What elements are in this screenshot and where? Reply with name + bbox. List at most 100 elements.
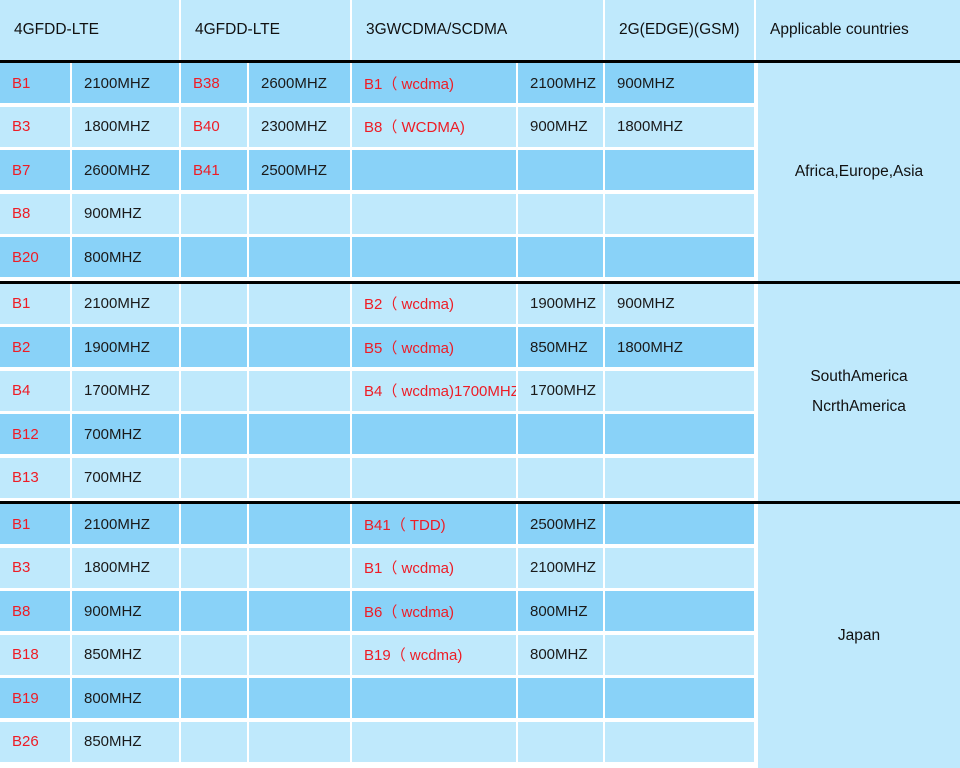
cell-lte_fdd_freq: 1700MHZ — [72, 370, 179, 411]
cell-wcdma_band — [352, 678, 516, 718]
cell-lte_tdd_band — [181, 504, 247, 544]
column-header-0: 4GFDD-LTE — [0, 0, 181, 60]
cell-wcdma_band: B19（ wcdma) — [352, 634, 516, 675]
region-block: B1 2100MHZ B2（ wcdma) 1900MHZ 900MHZ B2 1900MH… — [0, 283, 960, 504]
cell-lte_tdd_band — [181, 591, 247, 631]
cell-gsm_freq: 1800MHZ — [605, 106, 754, 147]
cell-lte_tdd_band — [181, 678, 247, 718]
cell-wcdma_band: B41（ TDD) — [352, 504, 516, 544]
table-row: B26 850MHZ — [0, 721, 756, 766]
cell-wcdma_freq: 800MHZ — [518, 634, 603, 675]
column-header-1: 4GFDD-LTE — [181, 0, 352, 60]
cell-wcdma_band — [352, 414, 516, 454]
cell-lte_tdd_freq: 2300MHZ — [249, 106, 350, 147]
cell-lte_fdd_band: B12 — [0, 414, 70, 454]
table-row: B2 1900MHZ B5（ wcdma) 850MHZ 1800MHZ — [0, 327, 756, 371]
cell-lte_tdd_freq — [249, 237, 350, 277]
cell-gsm_freq — [605, 370, 754, 411]
cell-wcdma_freq — [518, 193, 603, 234]
table-row: B19 800MHZ — [0, 678, 756, 722]
cell-wcdma_freq: 2100MHZ — [518, 547, 603, 588]
table-row: B13 700MHZ — [0, 457, 756, 502]
cell-applicable-countries: Japan — [758, 504, 960, 768]
cell-lte_fdd_freq: 2100MHZ — [72, 504, 179, 544]
cell-gsm_freq: 1800MHZ — [605, 327, 754, 367]
cell-gsm_freq — [605, 150, 754, 190]
cell-lte_tdd_freq — [249, 678, 350, 718]
cell-wcdma_freq — [518, 414, 603, 454]
cell-wcdma_freq: 900MHZ — [518, 106, 603, 147]
cell-wcdma_freq: 2500MHZ — [518, 504, 603, 544]
cell-lte_tdd_band — [181, 414, 247, 454]
region-block: B1 2100MHZ B41（ TDD) 2500MHZ B3 1800MHZ B1（ wc… — [0, 504, 960, 768]
table-row: B18 850MHZ B19（ wcdma) 800MHZ — [0, 634, 756, 679]
cell-lte_tdd_freq: 2600MHZ — [249, 63, 350, 103]
cell-wcdma_freq — [518, 150, 603, 190]
cell-applicable-countries: SouthAmerica NcrthAmerica — [758, 283, 960, 501]
cell-lte_tdd_freq — [249, 547, 350, 588]
table-row: B7 2600MHZ B41 2500MHZ — [0, 150, 756, 194]
cell-lte_tdd_freq — [249, 193, 350, 234]
column-header-4: Applicable countries — [756, 0, 960, 60]
cell-lte_fdd_freq: 700MHZ — [72, 414, 179, 454]
table-row: B8 900MHZ B6（ wcdma) 800MHZ — [0, 591, 756, 635]
cell-wcdma_band: B5（ wcdma) — [352, 327, 516, 367]
region-block: B1 2100MHZ B38 2600MHZ B1（ wcdma) 2100MHZ 900M… — [0, 63, 960, 284]
cell-lte_tdd_band: B41 — [181, 150, 247, 190]
cell-lte_tdd_freq — [249, 634, 350, 675]
cell-wcdma_band: B6（ wcdma) — [352, 591, 516, 631]
table-header-row: 4GFDD-LTE 4GFDD-LTE 3GWCDMA/SCDMA 2G(EDGE)(… — [0, 0, 960, 63]
table-row: B1 2100MHZ B38 2600MHZ B1（ wcdma) 2100MHZ 900M… — [0, 63, 756, 107]
cell-gsm_freq — [605, 457, 754, 498]
cell-lte_fdd_band: B7 — [0, 150, 70, 190]
cell-lte_fdd_freq: 1800MHZ — [72, 106, 179, 147]
cell-lte_tdd_band — [181, 193, 247, 234]
cell-lte_tdd_freq — [249, 414, 350, 454]
column-header-3: 2G(EDGE)(GSM) — [605, 0, 756, 60]
cell-lte_tdd_freq: 2500MHZ — [249, 150, 350, 190]
cell-gsm_freq: 900MHZ — [605, 63, 754, 103]
cell-lte_fdd_band: B1 — [0, 504, 70, 544]
cell-lte_tdd_band: B40 — [181, 106, 247, 147]
country-line: SouthAmerica — [810, 368, 908, 386]
cell-gsm_freq — [605, 504, 754, 544]
cell-gsm_freq — [605, 634, 754, 675]
cell-gsm_freq — [605, 678, 754, 718]
cell-wcdma_band: B1（ wcdma) — [352, 547, 516, 588]
cell-lte_fdd_freq: 900MHZ — [72, 193, 179, 234]
cell-lte_fdd_freq: 850MHZ — [72, 634, 179, 675]
cell-lte_tdd_freq — [249, 327, 350, 367]
cell-lte_tdd_band: B38 — [181, 63, 247, 103]
cell-wcdma_freq — [518, 237, 603, 277]
cell-lte_fdd_freq: 2100MHZ — [72, 63, 179, 103]
cell-lte_fdd_freq: 1900MHZ — [72, 327, 179, 367]
cell-lte_fdd_band: B8 — [0, 591, 70, 631]
cell-gsm_freq — [605, 591, 754, 631]
cell-lte_fdd_freq: 850MHZ — [72, 721, 179, 762]
cell-wcdma_freq: 2100MHZ — [518, 63, 603, 103]
country-line: Japan — [837, 626, 881, 644]
cell-wcdma_band — [352, 457, 516, 498]
cell-lte_tdd_band — [181, 370, 247, 411]
cell-lte_tdd_freq — [249, 283, 350, 324]
cell-lte_fdd_band: B2 — [0, 327, 70, 367]
cell-lte_fdd_freq: 800MHZ — [72, 237, 179, 277]
table-row: B4 1700MHZ B4（ wcdma)1700MHZ 1700MHZ — [0, 370, 756, 415]
cell-gsm_freq — [605, 414, 754, 454]
cell-wcdma_band: B4（ wcdma)1700MHZ — [352, 370, 516, 411]
cell-wcdma_freq — [518, 678, 603, 718]
cell-wcdma_freq — [518, 721, 603, 762]
cell-wcdma_band: B2（ wcdma) — [352, 283, 516, 324]
cell-wcdma_band — [352, 721, 516, 762]
cell-lte_tdd_band — [181, 457, 247, 498]
cell-gsm_freq — [605, 193, 754, 234]
country-line: Africa,Europe,Asia — [794, 162, 924, 180]
cell-wcdma_freq: 850MHZ — [518, 327, 603, 367]
cell-wcdma_band — [352, 237, 516, 277]
cell-lte_tdd_freq — [249, 591, 350, 631]
cell-lte_fdd_band: B20 — [0, 237, 70, 277]
cell-lte_tdd_band — [181, 283, 247, 324]
cell-lte_fdd_band: B1 — [0, 63, 70, 103]
cell-lte_tdd_freq — [249, 370, 350, 411]
band-compatibility-table: 4GFDD-LTE 4GFDD-LTE 3GWCDMA/SCDMA 2G(EDGE)(… — [0, 0, 960, 768]
